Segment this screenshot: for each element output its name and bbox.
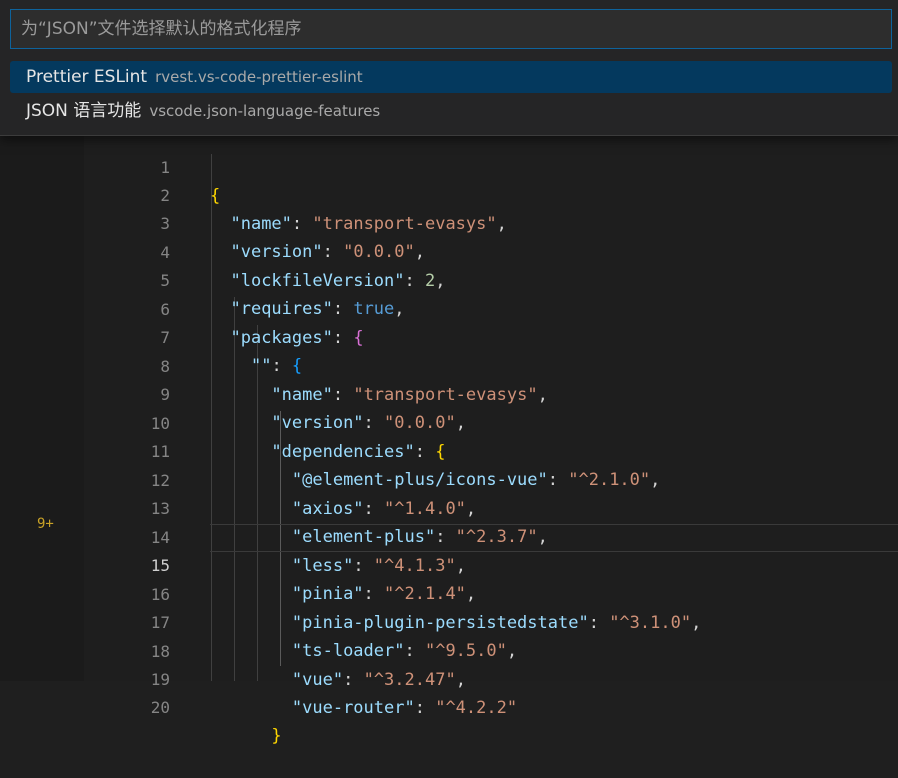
line-number: 20 [150,698,170,717]
code-line[interactable]: 11 "@element-plus/icons-vue": "^2.1.0", [84,410,898,490]
code-line[interactable]: 18 "vue": "^3.2.47", [84,610,898,690]
code-line[interactable]: 20 } [84,666,898,746]
code-line[interactable]: 8 "name": "transport-evasys", [84,325,898,405]
quick-pick-item-description: rvest.vs-code-prettier-eslint [155,68,363,86]
code-line[interactable]: 2 "name": "transport-evasys", [84,154,898,234]
code-line[interactable]: 19 "vue-router": "^4.2.2" [84,638,898,718]
code-line[interactable]: 15 "pinia": "^2.1.4", [84,524,898,604]
quick-pick-item-label: JSON 语言功能 [26,101,142,121]
code-line[interactable]: 13 "element-plus": "^2.3.7", [84,467,898,547]
code-line[interactable]: 14 "less": "^4.1.3", [84,496,898,576]
code-line[interactable]: 6 "packages": { [84,268,898,348]
code-text: } [271,726,282,746]
quick-pick-item-prettier-eslint[interactable]: Prettier ESLint rvest.vs-code-prettier-es… [10,61,892,93]
code-line[interactable]: 7 "": { [84,296,898,376]
problems-badge[interactable]: 9+ [37,516,54,532]
code-text: "vue-router": "^4.2.2" [291,698,518,718]
formatter-quick-pick: Prettier ESLint rvest.vs-code-prettier-es… [0,0,898,136]
code-line[interactable]: 10 "dependencies": { [84,382,898,462]
code-line[interactable]: 9 "version": "0.0.0", [84,353,898,433]
quick-pick-item-description: vscode.json-language-features [149,102,381,120]
formatter-search-input[interactable] [10,9,892,49]
code-line[interactable]: 5 "requires": true, [84,239,898,319]
code-line[interactable]: 16 "pinia-plugin-persistedstate": "^3.1.… [84,553,898,633]
code-line[interactable]: 3 "version": "0.0.0", [84,182,898,262]
quick-pick-item-json-language-features[interactable]: JSON 语言功能 vscode.json-language-features [10,95,892,127]
quick-pick-item-label: Prettier ESLint [26,67,148,87]
code-line[interactable]: 4 "lockfileVersion": 2, [84,211,898,291]
code-line[interactable]: 17 "ts-loader": "^9.5.0", [84,581,898,661]
code-line[interactable]: 12 "axios": "^1.4.0", [84,439,898,519]
